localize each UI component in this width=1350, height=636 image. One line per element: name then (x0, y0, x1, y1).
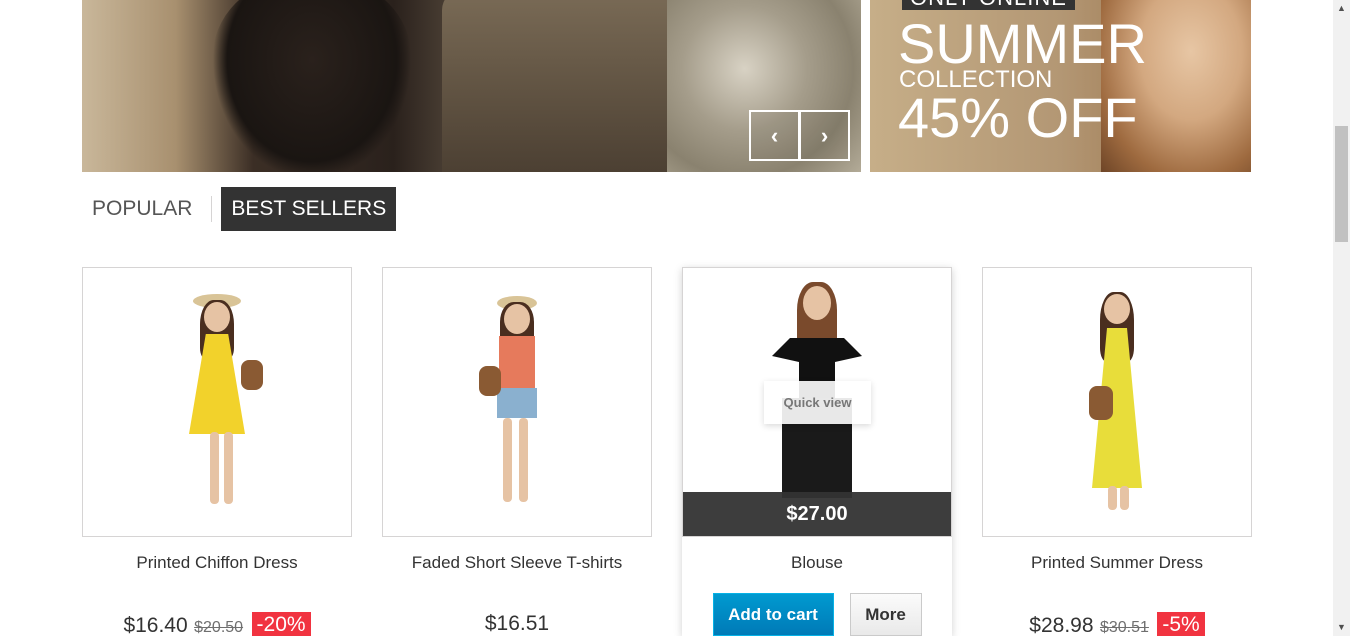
chevron-left-icon: ‹ (770, 122, 779, 148)
scroll-down-arrow-icon[interactable]: ▼ (1333, 619, 1350, 636)
product-image-link[interactable]: Quick view $27.00 (682, 267, 952, 537)
discount-badge: -5% (1157, 612, 1205, 636)
product-old-price: $30.51 (1099, 619, 1149, 636)
product-name[interactable]: Printed Summer Dress (982, 553, 1252, 575)
product-actions: Add to cart More (682, 593, 952, 636)
product-image-link[interactable] (982, 267, 1252, 537)
scroll-up-arrow-icon[interactable]: ▲ (1333, 0, 1350, 17)
product-prices: $28.98 $30.51 -5% (982, 612, 1252, 636)
product-old-price: $20.50 (194, 619, 244, 636)
tab-best-sellers[interactable]: BEST SELLERS (221, 187, 397, 231)
product-price: $16.40 (123, 614, 188, 636)
scroll-thumb[interactable] (1335, 126, 1348, 242)
product-card: Printed Summer Dress $28.98 $30.51 -5% (982, 267, 1252, 636)
product-name[interactable]: Blouse (682, 553, 952, 575)
tab-popular[interactable]: POPULAR (82, 187, 202, 231)
chevron-right-icon: › (820, 122, 829, 148)
product-prices: $16.51 (382, 612, 652, 636)
tab-divider (211, 196, 213, 222)
product-price: $28.98 (1029, 614, 1094, 636)
quick-view-button[interactable]: Quick view (764, 381, 871, 424)
product-card: Quick view $27.00 Blouse Add to cart Mor… (682, 267, 952, 636)
hero-slider (82, 0, 861, 172)
banner-discount-text: 45% OFF (898, 86, 1138, 149)
product-price: $16.51 (484, 612, 550, 635)
banner-summer-text: SUMMER (898, 12, 1147, 75)
summer-collection-banner[interactable]: ONLY ONLINE SUMMER COLLECTION 45% OFF (870, 0, 1251, 172)
product-card: Printed Chiffon Dress $16.40 $20.50 -20% (82, 267, 352, 636)
slider-prev-button[interactable]: ‹ (749, 110, 800, 161)
hover-price-bar: $27.00 (683, 492, 951, 536)
product-name[interactable]: Faded Short Sleeve T-shirts (382, 553, 652, 575)
more-button[interactable]: More (849, 593, 922, 636)
hero-image-model-2 (442, 0, 672, 172)
discount-badge: -20% (251, 612, 311, 636)
product-image (383, 268, 651, 536)
product-card: Faded Short Sleeve T-shirts $16.51 (382, 267, 652, 635)
hero-image-model-1 (212, 0, 412, 172)
banner-only-online: ONLY ONLINE (902, 0, 1075, 10)
product-tabs: POPULAR BEST SELLERS (82, 187, 397, 231)
product-image (83, 268, 351, 536)
product-prices: $16.40 $20.50 -20% (82, 612, 352, 636)
product-image-link[interactable] (82, 267, 352, 537)
add-to-cart-button[interactable]: Add to cart (712, 593, 834, 636)
product-image (983, 268, 1251, 536)
page-scrollbar[interactable]: ▲ ▼ (1333, 0, 1350, 636)
product-image-link[interactable] (382, 267, 652, 537)
slider-next-button[interactable]: › (799, 110, 850, 161)
product-name[interactable]: Printed Chiffon Dress (82, 553, 352, 575)
